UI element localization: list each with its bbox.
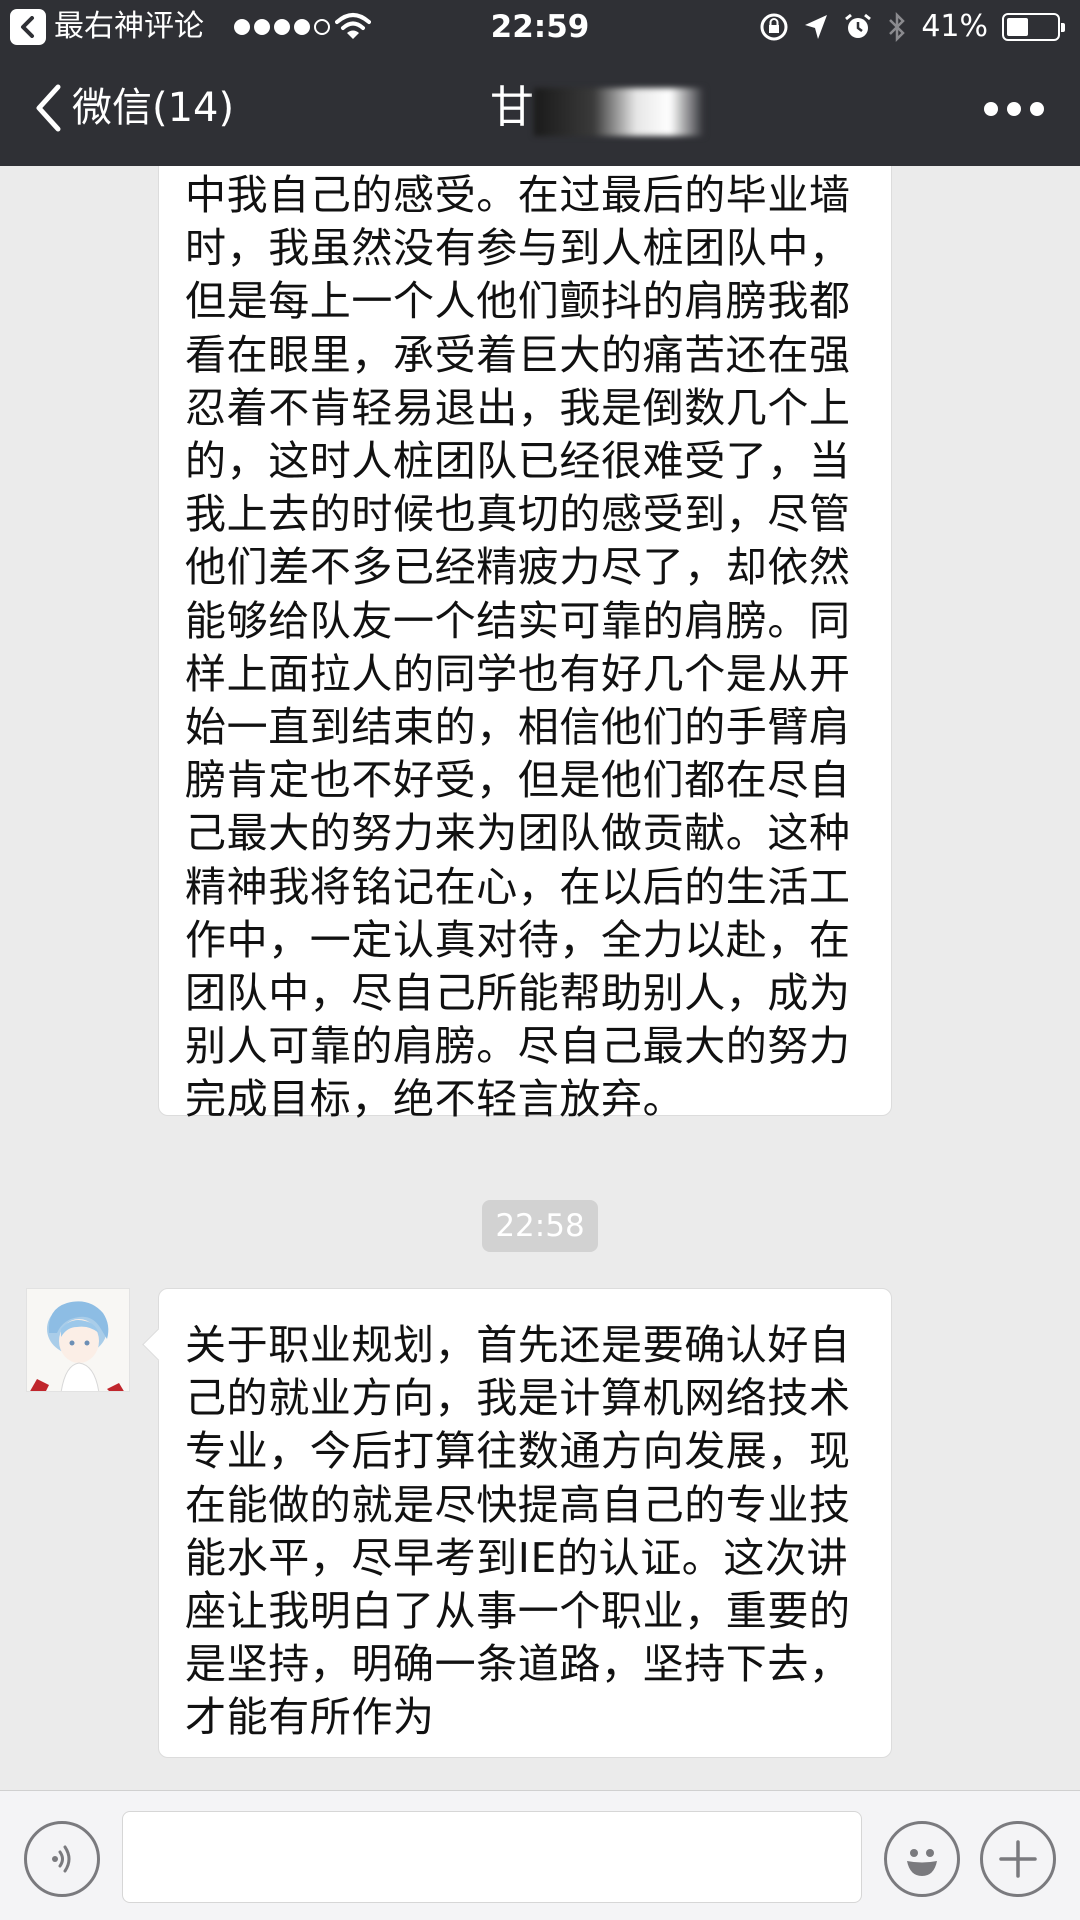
message-line: 时，我虽然没有参与到人桩团队中， (185, 224, 851, 273)
status-right-group: 41% (759, 8, 1065, 46)
plus-button[interactable] (980, 1821, 1056, 1897)
more-button[interactable] (984, 102, 1044, 116)
voice-icon (52, 1845, 71, 1873)
message-line: 精神我将铭记在心，在以后的生活工 (185, 862, 851, 911)
message-line: 作中，一定认真对待，全力以赴，在 (185, 915, 851, 964)
time-separator: 22:58 (482, 1200, 598, 1252)
message-line: 己的就业方向，我是计算机网络技术 (185, 1374, 851, 1423)
input-bar (0, 1790, 1080, 1920)
back-button[interactable]: 微信(14) (34, 80, 234, 136)
message-line: 才能有所作为 (185, 1693, 435, 1742)
message-line: 座让我明白了从事一个职业，重要的 (185, 1587, 851, 1636)
message-line: 中我自己的感受。在过最后的毕业墙 (185, 171, 851, 219)
message-line: 能够给队友一个结实可靠的肩膀。同 (185, 596, 851, 645)
redaction-mark (534, 88, 704, 136)
message-line: 他们差不多已经精疲力尽了，却依然 (185, 543, 851, 592)
bluetooth-icon (889, 11, 906, 43)
header: 最右神评论 22:59 41% 微信(14) 甘 (0, 0, 1080, 166)
more-dots-icon (984, 102, 998, 116)
message-line: 别人可靠的肩膀。尽自己最大的努力 (185, 1022, 851, 1071)
emoji-button[interactable] (884, 1821, 960, 1897)
alarm-icon (845, 13, 872, 38)
message-line: 完成目标，绝不轻言放弃。 (185, 1075, 685, 1124)
nav-bar: 微信(14) 甘 (0, 54, 1080, 166)
message-bubble[interactable]: 关于职业规划，首先还是要确认好自 己的就业方向，我是计算机网络技术 专业，今后打算往… (158, 1288, 892, 1758)
chat-title: 甘 (490, 82, 534, 133)
voice-button[interactable] (24, 1821, 100, 1897)
message-line: 能水平，尽早考到IE的认证。这次讲 (185, 1533, 849, 1582)
message-line: 是坚持，明确一条道路，坚持下去， (185, 1640, 851, 1689)
plus-icon (999, 1840, 1037, 1878)
battery-icon (1002, 13, 1065, 41)
avatar-image (27, 1289, 129, 1391)
emoji-icon (907, 1849, 937, 1876)
message-line: 的，这时人桩团队已经很难受了，当 (185, 437, 851, 486)
avatar[interactable] (26, 1288, 130, 1392)
message-bubble[interactable]: 中我自己的感受。在过最后的毕业墙 时，我虽然没有参与到人桩团队中， 但是每上一个人他… (158, 166, 892, 1123)
location-icon (805, 15, 828, 39)
battery-percent: 41% (921, 9, 988, 44)
back-label: 微信(14) (72, 85, 235, 131)
message-line: 团队中，尽自己所能帮助别人，成为 (185, 969, 851, 1018)
message-line: 关于职业规划，首先还是要确认好自 (185, 1321, 851, 1369)
message-line: 忍着不肯轻易退出，我是倒数几个上 (185, 383, 851, 432)
message-line: 样上面拉人的同学也有好几个是从开 (185, 649, 851, 698)
message-line: 专业，今后打算往数通方向发展，现 (185, 1427, 851, 1476)
message-line: 看在眼里，承受着巨大的痛苦还在强 (185, 330, 851, 379)
message-line: 在能做的就是尽快提高自己的专业技 (185, 1480, 851, 1529)
chevron-left-icon (36, 84, 61, 132)
rotation-lock-icon (760, 13, 788, 41)
message-line: 始一直到结束的，相信他们的手臂肩 (185, 703, 851, 752)
status-bar: 最右神评论 22:59 41% (0, 0, 1080, 54)
message-line: 膀肯定也不好受，但是他们都在尽自 (185, 756, 851, 805)
message-input[interactable] (122, 1811, 862, 1903)
message-line: 己最大的努力来为团队做贡献。这种 (185, 809, 851, 858)
message-line: 但是每上一个人他们颤抖的肩膀我都 (185, 277, 851, 326)
chat-area[interactable]: 中我自己的感受。在过最后的毕业墙 时，我虽然没有参与到人桩团队中， 但是每上一个人他… (0, 166, 1080, 1790)
message-line: 我上去的时候也真切的感受到，尽管 (185, 490, 851, 539)
